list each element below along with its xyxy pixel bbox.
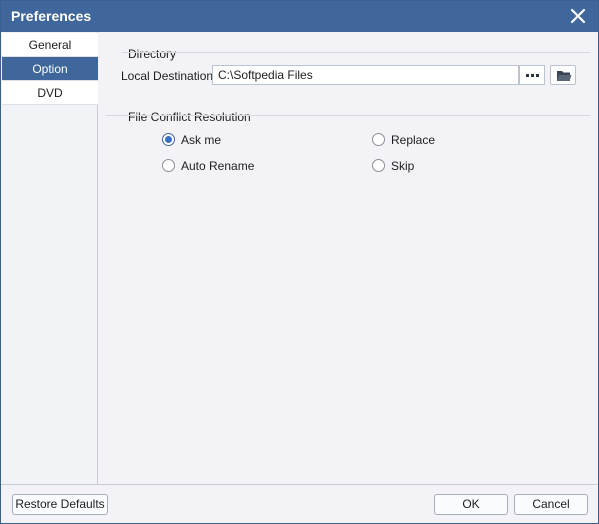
local-destination-input[interactable] [212, 65, 519, 85]
radio-auto-rename-indicator [162, 159, 175, 172]
options-panel: Directory Local Destination: File Confli… [98, 32, 598, 484]
radio-ask-me-label: Ask me [181, 133, 222, 147]
preferences-dialog: Preferences General Option DVD Directory… [0, 0, 599, 524]
conflict-divider-left [106, 115, 590, 116]
conflict-section-label: File Conflict Resolution [128, 110, 251, 124]
browse-options-button[interactable] [519, 65, 545, 85]
dialog-footer: Restore Defaults OK Cancel [1, 484, 598, 523]
radio-replace-indicator [372, 133, 385, 146]
folder-icon [557, 71, 572, 81]
sidebar-item-option[interactable]: Option [2, 57, 98, 81]
sidebar-item-dvd[interactable]: DVD [2, 81, 98, 105]
window-title: Preferences [11, 8, 92, 24]
radio-ask-me-indicator [162, 133, 175, 146]
sidebar-item-general[interactable]: General [2, 33, 98, 57]
close-button[interactable] [568, 6, 588, 26]
dot [536, 74, 539, 77]
title-bar: Preferences [1, 1, 598, 32]
directory-section-label: Directory [128, 47, 177, 61]
radio-replace-label: Replace [391, 133, 436, 147]
dot [526, 74, 529, 77]
restore-defaults-button[interactable]: Restore Defaults [12, 494, 108, 515]
radio-skip-label: Skip [391, 159, 415, 173]
sidebar: General Option DVD [1, 32, 98, 484]
open-folder-button[interactable] [550, 65, 576, 85]
dot [531, 74, 534, 77]
local-destination-label: Local Destination: [121, 69, 217, 83]
directory-divider [122, 52, 590, 53]
radio-auto-rename-label: Auto Rename [181, 159, 255, 173]
ok-button[interactable]: OK [434, 494, 508, 515]
radio-skip-indicator [372, 159, 385, 172]
cancel-button[interactable]: Cancel [514, 494, 588, 515]
close-icon [570, 8, 586, 24]
